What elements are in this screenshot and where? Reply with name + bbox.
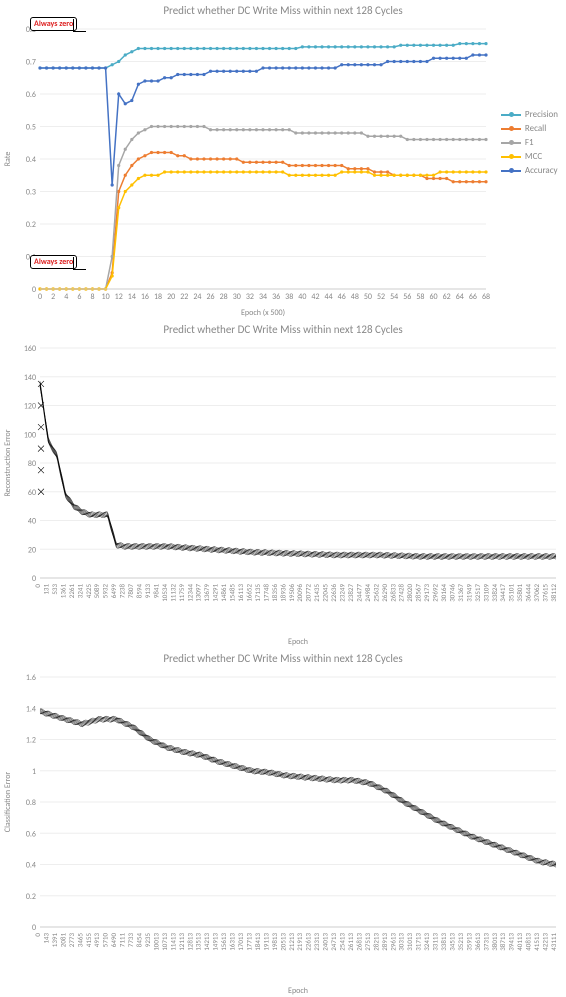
svg-text:40: 40 <box>28 517 36 527</box>
svg-text:0.2: 0.2 <box>26 220 36 230</box>
svg-text:48: 48 <box>351 292 359 302</box>
chart-3-classification-error: Predict whether DC Write Miss within nex… <box>0 648 566 997</box>
chart-2-reconstruction-error: Predict whether DC Write Miss within nex… <box>0 319 566 648</box>
svg-text:1.6: 1.6 <box>26 673 36 683</box>
svg-text:43111: 43111 <box>549 933 558 951</box>
svg-text:16: 16 <box>141 292 149 302</box>
chart-1-plot: 00.10.20.30.40.50.60.70.8024681012141618… <box>0 19 566 319</box>
legend-item-mcc: MCC <box>501 151 558 162</box>
svg-text:0.5: 0.5 <box>26 123 36 133</box>
svg-text:56: 56 <box>403 292 411 302</box>
svg-text:20: 20 <box>167 292 175 302</box>
svg-text:2: 2 <box>51 292 55 302</box>
svg-text:44: 44 <box>325 292 333 302</box>
legend-item-accuracy: Accuracy <box>501 165 558 176</box>
svg-text:0: 0 <box>32 923 36 933</box>
svg-text:0.6: 0.6 <box>26 90 36 100</box>
chart-3-title: Predict whether DC Write Miss within nex… <box>0 648 566 667</box>
svg-text:60: 60 <box>28 488 36 498</box>
svg-text:10: 10 <box>102 292 110 302</box>
svg-text:0.6: 0.6 <box>26 829 36 839</box>
svg-text:50: 50 <box>364 292 372 302</box>
svg-text:1.4: 1.4 <box>26 704 36 714</box>
svg-text:40: 40 <box>298 292 306 302</box>
svg-text:160: 160 <box>24 344 36 354</box>
annotation-always-zero-top: Always zero <box>30 17 77 31</box>
svg-text:Epoch: Epoch <box>288 986 308 996</box>
svg-text:Rate: Rate <box>3 152 13 167</box>
svg-text:120: 120 <box>24 402 36 412</box>
svg-text:0.7: 0.7 <box>26 58 36 68</box>
svg-text:38112: 38112 <box>549 584 558 602</box>
svg-text:68: 68 <box>482 292 490 302</box>
chart-1-metrics: Predict whether DC Write Miss within nex… <box>0 0 566 319</box>
svg-text:6: 6 <box>77 292 81 302</box>
chart-1-title: Predict whether DC Write Miss within nex… <box>0 0 566 19</box>
svg-text:1: 1 <box>32 767 36 777</box>
svg-text:34: 34 <box>259 292 267 302</box>
svg-text:0.3: 0.3 <box>26 188 36 198</box>
svg-text:28: 28 <box>220 292 228 302</box>
svg-text:Epoch (x 500): Epoch (x 500) <box>241 308 285 318</box>
svg-text:30: 30 <box>233 292 241 302</box>
svg-text:0.8: 0.8 <box>26 798 36 808</box>
svg-text:46: 46 <box>338 292 346 302</box>
svg-text:100: 100 <box>24 430 36 440</box>
legend-item-f1: F1 <box>501 137 558 148</box>
svg-text:22: 22 <box>180 292 188 302</box>
svg-text:64: 64 <box>456 292 464 302</box>
svg-text:0.4: 0.4 <box>26 155 36 165</box>
svg-text:26: 26 <box>206 292 214 302</box>
svg-text:54: 54 <box>390 292 398 302</box>
chart-1-legend: Precision Recall F1 MCC Accuracy <box>501 109 558 179</box>
chart-2-title: Predict whether DC Write Miss within nex… <box>0 319 566 338</box>
svg-text:24: 24 <box>193 292 201 302</box>
svg-text:0: 0 <box>32 285 36 295</box>
svg-text:0.4: 0.4 <box>26 861 36 871</box>
svg-text:58: 58 <box>416 292 424 302</box>
svg-text:8: 8 <box>90 292 94 302</box>
svg-text:80: 80 <box>28 459 36 469</box>
svg-text:4: 4 <box>64 292 68 302</box>
svg-text:14: 14 <box>128 292 136 302</box>
svg-text:140: 140 <box>24 373 36 383</box>
svg-text:0: 0 <box>32 574 36 584</box>
svg-text:Epoch: Epoch <box>288 637 308 647</box>
legend-item-precision: Precision <box>501 109 558 120</box>
annotation-always-zero-bottom: Always zero <box>30 255 77 269</box>
svg-text:52: 52 <box>377 292 385 302</box>
svg-text:20: 20 <box>28 545 36 555</box>
svg-text:42: 42 <box>311 292 319 302</box>
chart-2-plot: 0 20 40 60 80 100 120 140 160 Reconstruction Erro… <box>0 338 566 648</box>
chart-3-plot: 0 0.2 0.4 0.6 0.8 1 1.2 1.4 1.6 Classification Er… <box>0 667 566 997</box>
svg-text:Reconstruction Error: Reconstruction Error <box>3 429 13 496</box>
svg-text:12: 12 <box>115 292 123 302</box>
svg-text:66: 66 <box>469 292 477 302</box>
svg-text:38: 38 <box>285 292 293 302</box>
legend-item-recall: Recall <box>501 123 558 134</box>
svg-text:36: 36 <box>272 292 280 302</box>
svg-text:1.2: 1.2 <box>26 736 36 746</box>
svg-text:62: 62 <box>443 292 451 302</box>
svg-text:0: 0 <box>38 292 42 302</box>
svg-text:18: 18 <box>154 292 162 302</box>
svg-text:0.2: 0.2 <box>26 892 36 902</box>
svg-text:32: 32 <box>246 292 254 302</box>
svg-text:60: 60 <box>429 292 437 302</box>
svg-text:Classification Error: Classification Error <box>3 772 13 833</box>
